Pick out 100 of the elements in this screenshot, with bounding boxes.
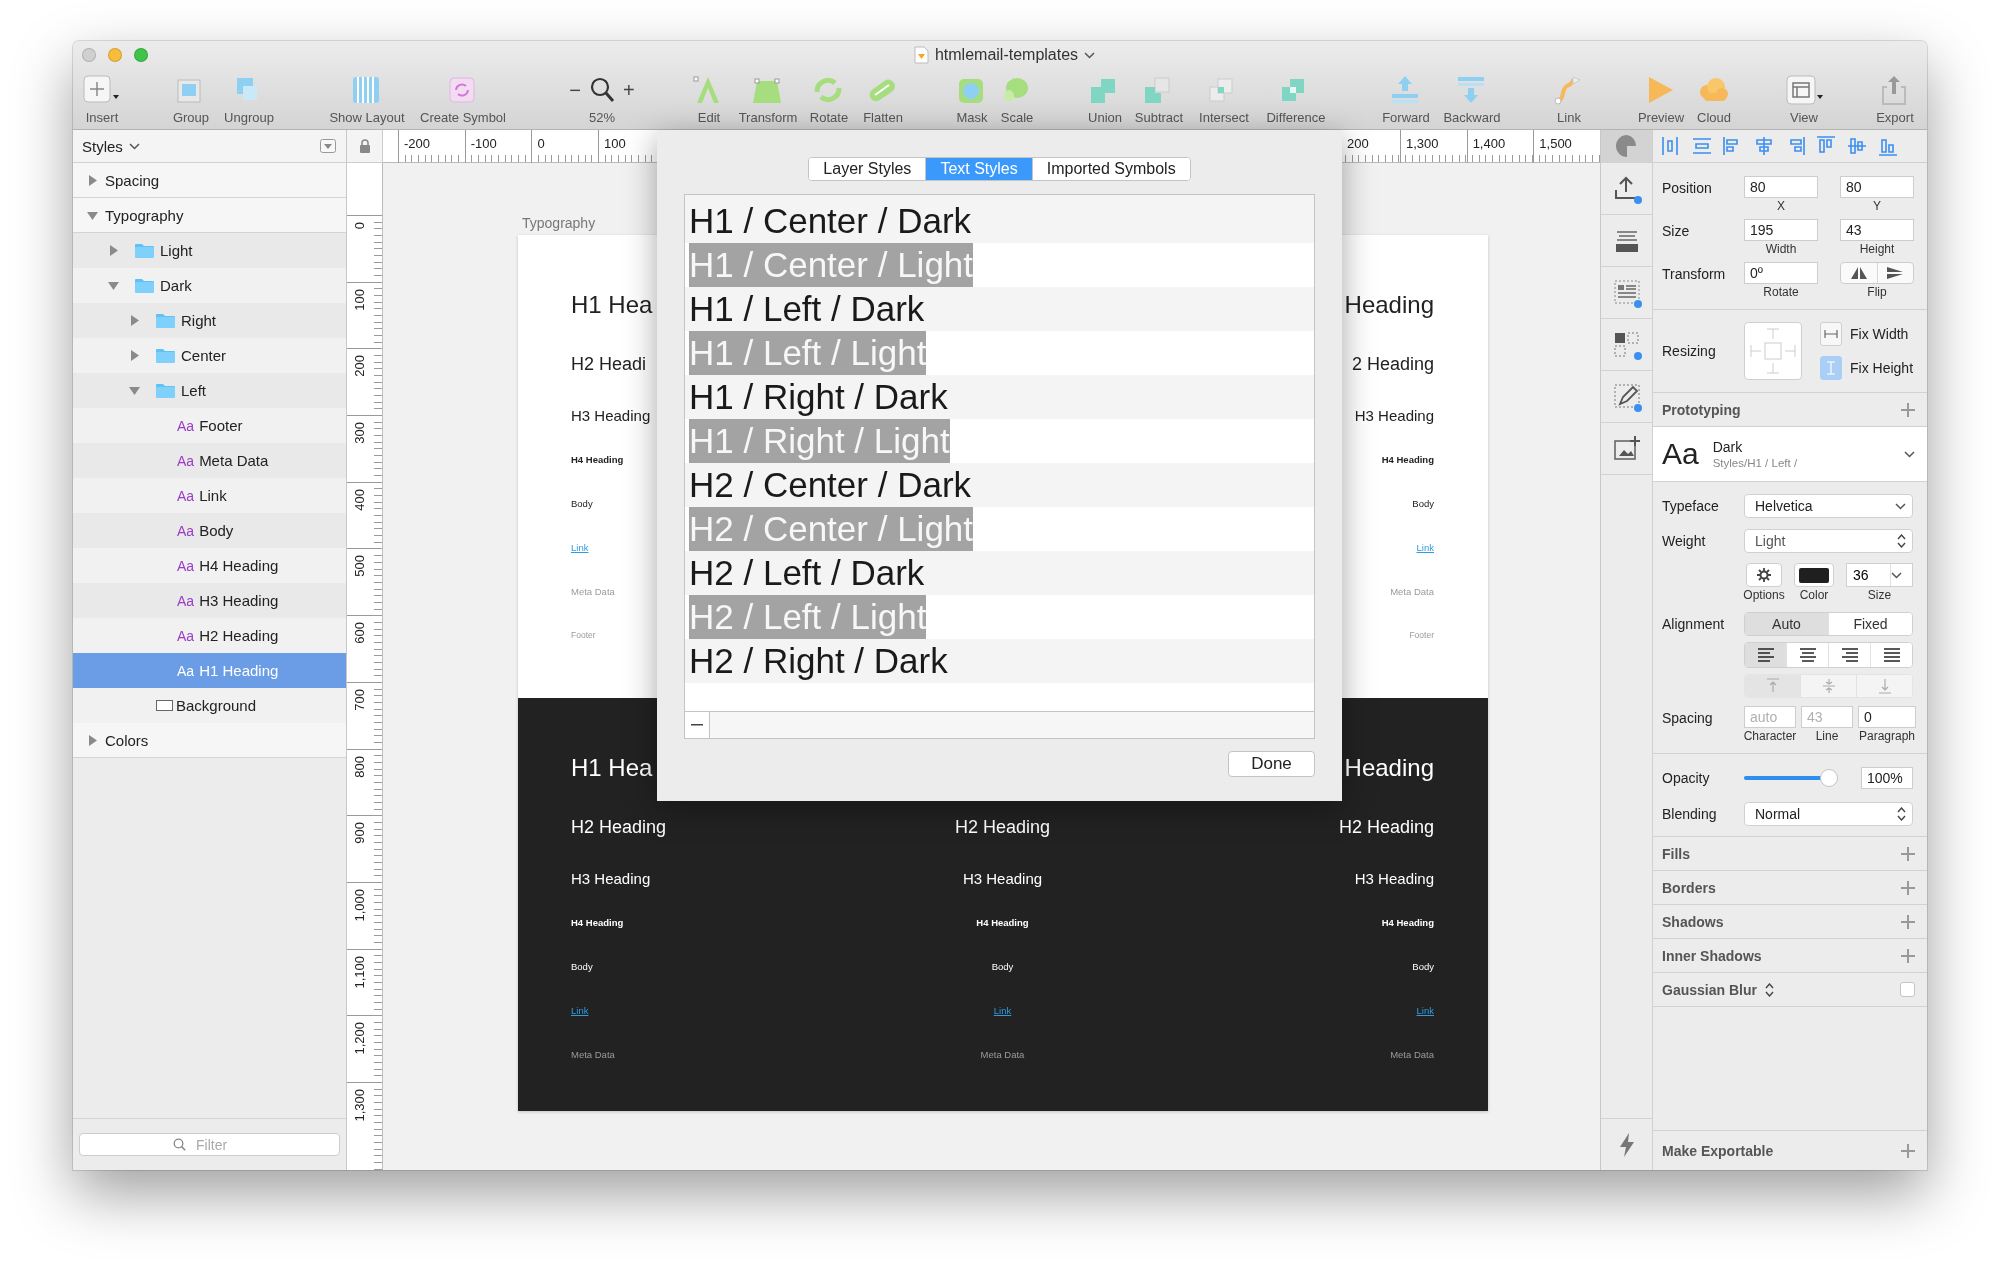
disclosure-triangle-icon[interactable] [87,174,98,186]
disclosure-triangle-icon[interactable] [87,209,98,221]
tree-row[interactable]: Aa H4 Heading [73,548,346,583]
filter-field[interactable]: Filter [79,1133,340,1156]
segment[interactable] [1745,643,1786,667]
style-list-item[interactable]: H2 / Left / Dark [689,551,925,595]
link-text: Link [1416,1004,1434,1016]
tree-row[interactable]: Spacing [73,163,346,198]
weight-select[interactable]: Light [1744,529,1913,553]
fix-toggle[interactable]: Fix Width [1820,322,1914,346]
lightning-icon[interactable] [1618,1132,1635,1157]
disclosure-triangle-icon[interactable] [129,385,140,396]
tree-row[interactable]: Aa H2 Heading [73,618,346,653]
style-list-item[interactable]: H1 / Left / Dark [689,287,925,331]
minimize-button[interactable] [108,48,122,62]
toolbar-button[interactable]: Rotate [805,73,853,125]
input-field[interactable]: 43 [1801,706,1853,728]
toolbar-button[interactable]: Subtract [1131,73,1187,125]
toolbar-button[interactable]: Difference [1261,73,1331,125]
blending-select[interactable]: Normal [1744,802,1913,826]
tree-row[interactable]: Colors [73,723,346,758]
input-field[interactable]: 0 [1858,706,1916,728]
tree-row[interactable]: Aa Link [73,478,346,513]
sample-text: Heading [1344,291,1434,319]
fix-toggle[interactable]: Fix Height [1820,356,1914,380]
add-button[interactable] [1901,880,1915,895]
disclosure-triangle-icon[interactable] [108,245,119,256]
zoom-in-button[interactable]: + [621,78,637,102]
toolbar-button[interactable]: View [1784,73,1824,125]
add-button[interactable] [1901,948,1915,963]
toolbar-button[interactable]: Backward [1441,73,1503,125]
close-button[interactable] [82,48,96,62]
typeface-select[interactable]: Helvetica [1744,494,1913,518]
done-button[interactable]: Done [1228,751,1315,777]
toolbar-button[interactable]: Edit [692,73,726,125]
input-field[interactable]: auto [1744,706,1796,728]
toolbar-button[interactable]: Create Symbol [416,73,510,125]
remove-button[interactable] [685,712,710,738]
add-button[interactable] [1901,1143,1915,1158]
toolbar-button[interactable]: Group [169,73,213,125]
field-label: Weight [1662,532,1707,551]
styles-dropdown[interactable]: Styles [82,137,140,155]
style-list-item[interactable]: H1 / Center / Dark [689,199,972,243]
resizing-control[interactable] [1744,322,1802,380]
toolbar-button[interactable]: Mask [953,73,991,125]
toolbar-button[interactable]: Show Layout [326,73,408,125]
tree-row[interactable]: Background [73,688,346,723]
disclosure-triangle-icon[interactable] [87,734,98,746]
link-text: Link [571,541,589,553]
collapse-icon[interactable] [320,139,336,153]
input-field[interactable]: 100% [1861,767,1913,789]
segment[interactable] [1870,643,1912,667]
item-label: H3 Heading [199,592,279,609]
style-list-item[interactable]: H2 / Center / Dark [689,463,972,507]
sample-text: Meta Data [571,585,615,597]
size-field[interactable]: 36 [1846,563,1913,587]
disclosure-triangle-icon[interactable] [129,350,140,361]
toolbar-button[interactable]: Forward [1379,73,1433,125]
toolbar-button[interactable]: Scale [997,73,1037,125]
toolbar-button[interactable]: Flatten [858,73,908,125]
field-caption: Flip [1867,285,1887,299]
tree-row[interactable]: Aa Footer [73,408,346,443]
zoom-button[interactable] [134,48,148,62]
style-glyph: Aa [177,487,195,504]
input-field[interactable]: 43 [1840,219,1914,241]
toolbar-button[interactable]: Ungroup [221,73,277,125]
toolbar-button[interactable]: Insert [82,73,122,125]
add-button[interactable] [1901,402,1915,417]
lock-icon[interactable] [358,139,371,153]
slider-thumb[interactable] [1819,769,1838,787]
style-list-item[interactable]: H2 / Right / Dark [689,639,948,683]
add-button[interactable] [1901,846,1915,861]
toolbar-button[interactable]: Link [1552,73,1586,125]
disclosure-triangle-icon[interactable] [108,280,119,291]
toolbar-button[interactable]: Transform [735,73,801,125]
toolbar-button[interactable]: Union [1084,73,1126,125]
tab[interactable]: Imported Symbols [1031,158,1190,180]
checkbox[interactable] [1900,982,1915,997]
input-field[interactable]: 80 [1840,176,1914,198]
input-field[interactable]: 0º [1744,262,1818,284]
tree-row[interactable]: Center [73,338,346,373]
options-button[interactable] [1746,563,1782,587]
toolbar-button[interactable]: Intersect [1195,73,1253,125]
segment[interactable]: Fixed [1828,613,1912,635]
search-icon [173,1138,186,1151]
color-well[interactable] [1794,563,1834,587]
disclosure-triangle-icon[interactable] [129,315,140,326]
item-label: Typography [105,206,184,224]
tree-row[interactable]: Dark [73,268,346,303]
toolbar-button[interactable]: Cloud [1692,73,1736,125]
toolbar-button[interactable]: Preview [1634,73,1688,125]
segment[interactable]: Auto [1745,613,1828,635]
input-field[interactable]: 80 [1744,176,1818,198]
input-field[interactable]: 195 [1744,219,1818,241]
ruler-label: 1,200 [352,1022,367,1055]
zoom-out-button[interactable]: − [567,78,583,102]
add-button[interactable] [1901,914,1915,929]
style-list-item[interactable]: H1 / Right / Dark [689,375,948,419]
tree-row[interactable]: Typography [73,198,346,233]
toolbar-button[interactable]: Export [1871,73,1919,125]
